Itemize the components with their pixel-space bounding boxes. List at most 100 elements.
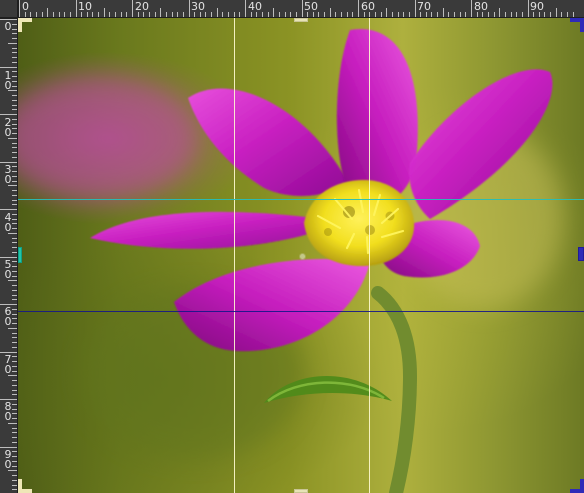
ruler-top-label-80: 80	[474, 0, 488, 13]
ruler-left-tick	[12, 38, 17, 39]
bottom-center-handle[interactable]	[294, 489, 308, 493]
ruler-left-tick	[8, 42, 17, 44]
ruler-left-tick	[12, 104, 17, 106]
ruler-top-tick	[516, 12, 518, 17]
vertical-ruler[interactable]: 0 1 0 2 0 3 0 4 0 5 0 6 0 7 0 8 0 9 0	[0, 18, 18, 493]
ruler-left-tick	[12, 389, 17, 391]
ruler-top-tick	[132, 0, 133, 17]
ruler-top-tick	[41, 12, 43, 17]
ruler-left-tick	[12, 299, 17, 301]
ruler-top-label-40: 40	[248, 0, 262, 13]
ruler-top-label-30: 30	[191, 0, 205, 13]
ruler-left-tick	[12, 47, 17, 49]
ruler-left-tick	[12, 408, 17, 410]
right-center-handle[interactable]	[578, 247, 584, 261]
ruler-top-tick	[550, 12, 552, 17]
ruler-left-tick	[12, 361, 17, 362]
flower-stem	[371, 286, 418, 493]
ruler-top-tick	[521, 12, 523, 17]
ruler-left-tick	[12, 118, 17, 120]
ruler-left-tick	[12, 180, 17, 182]
frame-corner-top-right	[570, 18, 584, 32]
ruler-left-tick	[12, 99, 17, 101]
ruler-left-tick	[12, 484, 17, 486]
ruler-left-tick	[12, 308, 17, 310]
ruler-left-tick	[12, 223, 17, 225]
ruler-left-tick	[12, 403, 17, 405]
ruler-left-tick	[8, 375, 17, 377]
ruler-left-tick	[12, 109, 17, 111]
ruler-left-tick	[8, 90, 17, 92]
ruler-left-tick	[12, 85, 17, 87]
ruler-top-tick	[476, 12, 478, 17]
ruler-top-tick	[437, 12, 439, 17]
ruler-corner	[0, 0, 18, 18]
flower-petal-top	[336, 28, 418, 208]
ruler-left-tick	[12, 294, 17, 296]
ruler-top-tick	[391, 12, 393, 17]
ruler-top-tick	[284, 12, 286, 17]
ruler-left-tick	[12, 166, 17, 168]
ruler-left-tick	[0, 304, 17, 305]
ruler-top-tick	[408, 12, 410, 17]
ruler-top-tick	[143, 12, 145, 17]
ruler-left-tick	[8, 470, 17, 472]
ruler-top-tick	[487, 12, 489, 17]
ruler-top-tick	[307, 12, 309, 17]
ruler-left-tick	[0, 256, 17, 258]
ruler-left-tick	[12, 413, 17, 415]
ruler-left-tick	[0, 19, 17, 20]
ruler-left-tick	[8, 185, 17, 187]
flower-leaf	[264, 376, 392, 403]
ruler-top-tick	[126, 12, 128, 17]
flower-petal-left	[90, 211, 340, 249]
ruler-top-tick	[329, 8, 331, 17]
ruler-top-tick	[482, 12, 484, 17]
ruler-left-tick	[12, 451, 17, 453]
ruler-left-tick	[12, 190, 17, 191]
horizontal-guide-upper[interactable]	[18, 199, 584, 200]
horizontal-guide-lower[interactable]	[18, 311, 584, 312]
ruler-left-tick	[12, 194, 17, 196]
ruler-left-tick	[12, 479, 17, 481]
ruler-left-tick	[12, 199, 17, 201]
ruler-left-tick	[12, 475, 17, 476]
ruler-left-label-60: 6 0	[4, 305, 12, 328]
ruler-top-tick	[363, 12, 365, 17]
frame-corner-top-left	[18, 18, 32, 32]
ruler-top-tick	[199, 12, 201, 17]
ruler-left-tick	[12, 76, 17, 77]
ruler-top-tick	[267, 12, 269, 17]
ruler-left-tick	[8, 280, 17, 282]
ruler-top-tick	[58, 12, 60, 17]
ruler-top-tick	[431, 12, 433, 17]
ruler-left-tick	[12, 460, 17, 462]
ruler-top-tick	[471, 0, 472, 17]
ruler-top-tick	[403, 12, 405, 17]
ruler-left-tick	[12, 152, 17, 153]
ruler-top-tick	[448, 12, 450, 17]
ruler-left-tick	[12, 142, 17, 144]
vertical-guide-right[interactable]	[369, 18, 370, 493]
top-center-handle[interactable]	[294, 18, 308, 22]
ruler-top-tick	[380, 12, 382, 17]
horizontal-ruler[interactable]: 0 10 20 30 40 50 60 70 80 90	[18, 0, 584, 18]
ruler-top-tick	[567, 12, 569, 17]
ruler-top-tick	[459, 12, 461, 17]
vertical-guide-left[interactable]	[234, 18, 235, 493]
ruler-top-tick	[499, 8, 501, 17]
ruler-top-tick	[75, 0, 77, 17]
left-center-handle[interactable]	[18, 247, 22, 263]
ruler-left-tick	[12, 28, 17, 30]
ruler-top-tick	[538, 12, 540, 17]
ruler-left-tick	[12, 23, 17, 25]
ruler-top-tick	[239, 12, 241, 17]
ruler-left-tick	[8, 137, 17, 139]
image-canvas[interactable]	[18, 18, 584, 493]
ruler-left-tick	[12, 437, 17, 438]
ruler-top-tick	[165, 12, 167, 17]
flower-petal-lower-left	[174, 259, 370, 352]
ruler-left-tick	[0, 351, 17, 353]
ruler-left-tick	[12, 346, 17, 348]
ruler-left-tick	[12, 52, 17, 54]
